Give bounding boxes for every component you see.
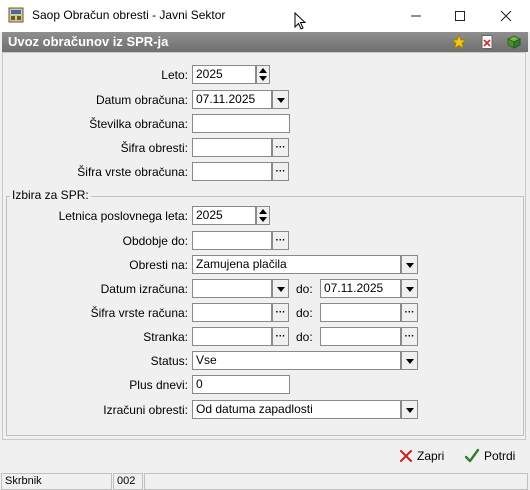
datum-obracuna-dropdown-button[interactable] [272, 90, 289, 109]
leto-label: Leto: [161, 68, 188, 82]
chevron-down-icon [406, 287, 414, 292]
chevron-down-icon [277, 98, 285, 103]
chevron-down-icon [277, 287, 285, 292]
datum-izracuna-do-label: do: [296, 282, 313, 296]
form-header: Uvoz obračunov iz SPR-ja [2, 32, 528, 52]
izracuni-obresti-select[interactable]: Od datuma zapadlosti [192, 400, 401, 419]
sifra-vrste-obracuna-input[interactable] [192, 162, 272, 181]
form-title: Uvoz obračunov iz SPR-ja [8, 34, 169, 49]
spin-up-icon [259, 209, 267, 214]
close-window-button[interactable] [486, 0, 526, 32]
letnica-input[interactable]: 2025 [192, 206, 256, 225]
spin-down-icon [259, 76, 267, 81]
sifra-vrste-obracuna-label: Šifra vrste obračuna: [77, 165, 188, 179]
izracuni-obresti-label: Izračuni obresti: [103, 403, 188, 417]
leto-input[interactable]: 2025 [192, 65, 256, 84]
status-label: Status: [150, 354, 188, 368]
sifra-vrste-racuna-to-input[interactable] [320, 303, 401, 322]
stranka-from-input[interactable] [192, 327, 272, 346]
mouse-cursor-icon [294, 12, 307, 30]
plus-dnevi-label: Plus dnevi: [129, 378, 188, 392]
ellipsis-icon: ··· [275, 165, 286, 177]
status-select[interactable]: Vse [192, 351, 401, 370]
app-icon [8, 7, 24, 23]
stranka-label: Stranka: [143, 330, 188, 344]
statusbar-user: Skrbnik [1, 473, 112, 490]
ellipsis-icon: ··· [275, 141, 286, 153]
datum-izracuna-to-input[interactable]: 07.11.2025 [320, 279, 401, 298]
stevilka-obracuna-label: Številka obračuna: [89, 117, 188, 131]
datum-izracuna-from-input[interactable] [192, 279, 272, 298]
izracuni-obresti-dropdown-button[interactable] [401, 400, 418, 419]
maximize-icon [455, 11, 465, 21]
sifra-obresti-input[interactable] [192, 138, 272, 157]
datum-izracuna-to-dropdown-button[interactable] [401, 279, 418, 298]
close-x-icon [399, 449, 413, 463]
letnica-spinner[interactable] [256, 206, 270, 225]
sifra-vrste-racuna-from-input[interactable] [192, 303, 272, 322]
stevilka-obracuna-input[interactable] [192, 114, 290, 133]
obresti-na-select[interactable]: Zamujena plačila [192, 255, 401, 274]
spin-down-icon [259, 217, 267, 222]
sifra-obresti-label: Šifra obresti: [120, 141, 188, 155]
datum-izracuna-from-dropdown-button[interactable] [272, 279, 289, 298]
sifra-vrste-racuna-from-browse-button[interactable]: ··· [272, 303, 289, 322]
datum-izracuna-label: Datum izračuna: [100, 282, 188, 296]
minimize-icon [411, 15, 421, 17]
ellipsis-icon: ··· [404, 306, 415, 318]
obresti-na-label: Obresti na: [129, 258, 188, 272]
minimize-button[interactable] [396, 0, 436, 32]
confirm-label: Potrdi [484, 449, 516, 463]
plus-dnevi-input[interactable]: 0 [192, 375, 290, 394]
sifra-vrste-racuna-label: Šifra vrste računa: [90, 306, 188, 320]
statusbar-code: 002 [113, 473, 143, 490]
obdobje-do-input[interactable] [192, 231, 272, 250]
ellipsis-icon: ··· [404, 330, 415, 342]
stranka-do-label: do: [296, 330, 313, 344]
chevron-down-icon [406, 359, 414, 364]
checkmark-icon [464, 448, 480, 463]
letnica-label: Letnica poslovnega leta: [58, 209, 188, 223]
obdobje-do-browse-button[interactable]: ··· [272, 231, 289, 250]
confirm-button[interactable]: Potrdi [464, 448, 515, 464]
datum-obracuna-label: Datum obračuna: [95, 93, 188, 107]
stranka-to-browse-button[interactable]: ··· [401, 327, 418, 346]
favorite-star-icon[interactable] [451, 34, 467, 50]
status-dropdown-button[interactable] [401, 351, 418, 370]
sifra-vrste-racuna-do-label: do: [296, 306, 313, 320]
close-form-label: Zapri [417, 449, 445, 463]
chevron-down-icon [406, 263, 414, 268]
ellipsis-icon: ··· [275, 234, 286, 246]
close-form-button[interactable]: Zapri [399, 449, 444, 463]
statusbar-extra [144, 473, 528, 490]
sifra-obresti-browse-button[interactable]: ··· [272, 138, 289, 157]
maximize-button[interactable] [440, 0, 480, 32]
export-book-icon[interactable] [506, 34, 522, 50]
sifra-vrste-racuna-to-browse-button[interactable]: ··· [401, 303, 418, 322]
sifra-vrste-obracuna-browse-button[interactable]: ··· [272, 162, 289, 181]
ellipsis-icon: ··· [275, 330, 286, 342]
ellipsis-icon: ··· [275, 306, 286, 318]
stranka-from-browse-button[interactable]: ··· [272, 327, 289, 346]
leto-spinner[interactable] [256, 65, 270, 84]
obdobje-do-label: Obdobje do: [122, 234, 188, 248]
delete-document-icon[interactable] [479, 34, 495, 50]
spr-group-title: Izbira za SPR: [10, 188, 91, 202]
stranka-to-input[interactable] [320, 327, 401, 346]
chevron-down-icon [406, 408, 414, 413]
window-titlebar: Saop Obračun obresti - Javni Sektor [0, 0, 530, 32]
datum-obracuna-input[interactable]: 07.11.2025 [192, 90, 272, 109]
obresti-na-dropdown-button[interactable] [401, 255, 418, 274]
window-title: Saop Obračun obresti - Javni Sektor [32, 8, 226, 22]
spin-up-icon [259, 68, 267, 73]
close-icon [500, 10, 512, 22]
